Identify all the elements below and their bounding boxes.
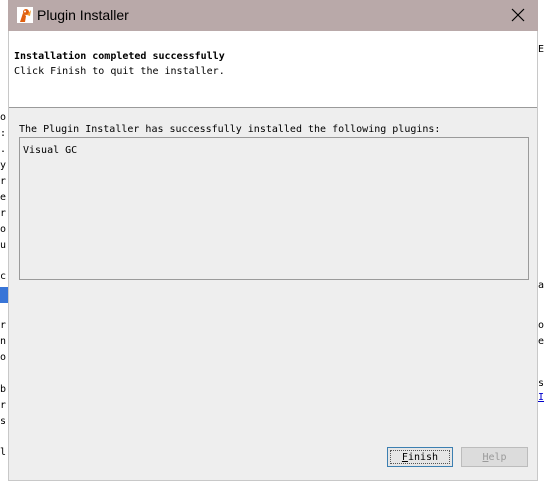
wizard-header: Installation completed successfully Clic… xyxy=(9,31,537,108)
list-item: Visual GC xyxy=(23,145,78,156)
dialog-content: Installation completed successfully Clic… xyxy=(8,31,538,481)
header-title: Installation completed successfully xyxy=(14,51,225,62)
window-title: Plugin Installer xyxy=(37,7,129,23)
installed-plugins-label: The Plugin Installer has successfully in… xyxy=(19,124,441,135)
title-bar[interactable]: Plugin Installer xyxy=(8,0,538,31)
close-button[interactable] xyxy=(506,4,530,26)
help-button[interactable]: Help xyxy=(461,447,528,467)
help-label: elp xyxy=(488,451,507,463)
finish-label: inish xyxy=(407,451,439,463)
installed-plugins-list[interactable]: Visual GC xyxy=(19,137,529,280)
header-subtitle: Click Finish to quit the installer. xyxy=(14,66,225,77)
close-icon xyxy=(511,8,525,22)
finish-button[interactable]: Finish xyxy=(387,447,453,467)
plugin-installer-dialog: Plugin Installer Installation completed … xyxy=(0,0,546,488)
java-duke-icon xyxy=(17,7,33,23)
